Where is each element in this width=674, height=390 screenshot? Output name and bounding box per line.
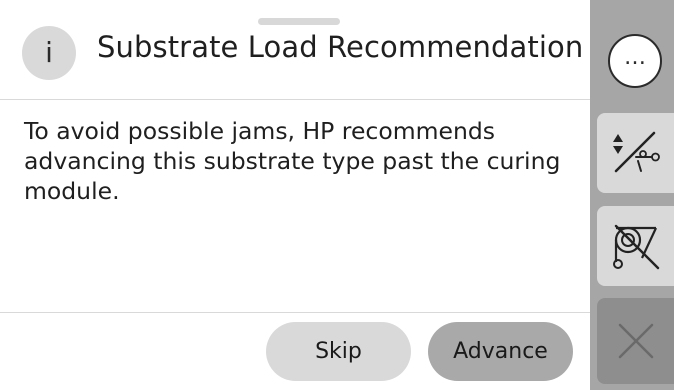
advance-and-cut-button[interactable] (597, 113, 674, 193)
unload-substrate-icon (612, 224, 659, 270)
drag-handle[interactable] (258, 18, 340, 25)
substrate-load-dialog: i Substrate Load Recommendation To avoid… (0, 0, 674, 390)
header-divider (0, 99, 590, 100)
advance-and-cut-icon (612, 131, 660, 173)
dialog-message: To avoid possible jams, HP recommends ad… (24, 117, 561, 205)
info-glyph: i (45, 36, 53, 69)
more-options-icon: … (608, 34, 662, 88)
dialog-title: Substrate Load Recommendation (97, 30, 584, 64)
close-button[interactable] (597, 298, 674, 384)
more-options-button[interactable]: … (601, 30, 669, 92)
footer-divider (0, 312, 590, 313)
info-icon: i (22, 26, 76, 80)
close-icon (618, 323, 653, 359)
unload-substrate-button[interactable] (597, 206, 674, 286)
advance-button[interactable]: Advance (428, 322, 573, 381)
skip-button[interactable]: Skip (266, 322, 411, 381)
